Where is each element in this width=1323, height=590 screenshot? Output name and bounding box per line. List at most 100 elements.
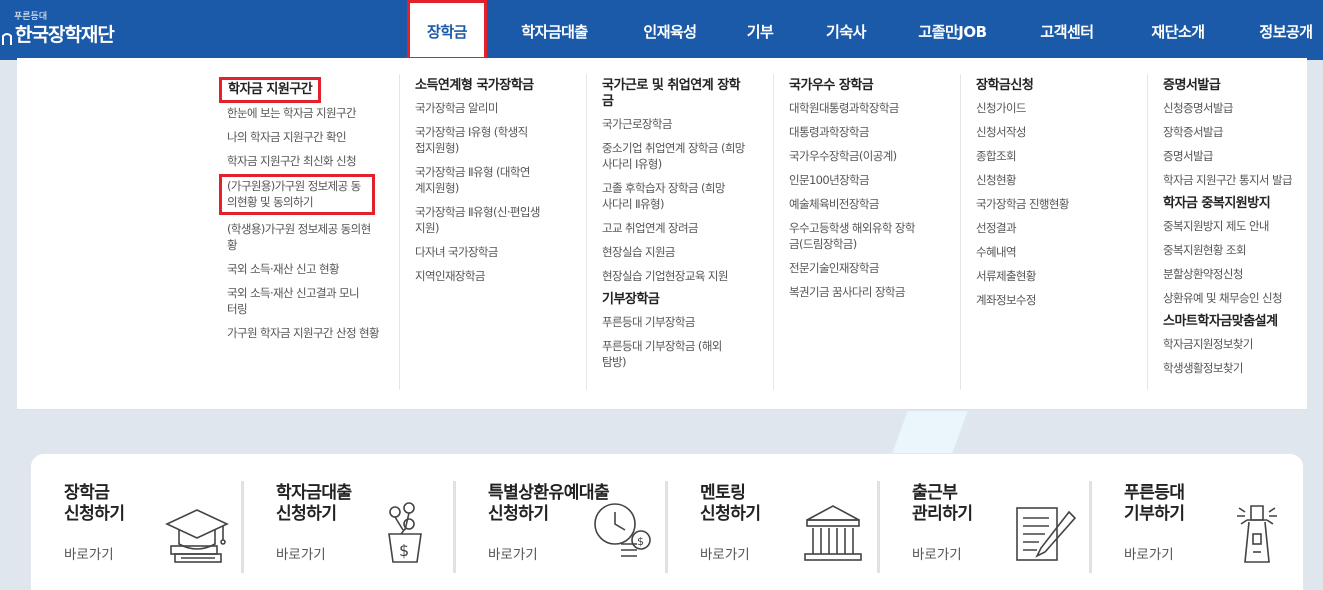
building-icon xyxy=(797,500,869,568)
menu-column-certificates: 증명서발급 신청증명서발급 장학증서발급 증명서발급 학자금 지원구간 통지서 … xyxy=(1147,74,1307,390)
menu-link[interactable]: 현장실습 지원금 xyxy=(602,244,767,260)
menu-link[interactable]: 신청증명서발급 xyxy=(1163,100,1307,116)
background-decoration xyxy=(892,411,968,453)
quick-item-link[interactable]: 바로가기 xyxy=(488,543,538,563)
menu-link[interactable]: 대통령과학장학금 xyxy=(789,124,954,140)
menu-link[interactable]: 중복지원방지 제도 안내 xyxy=(1163,218,1307,234)
quick-item-loan[interactable]: 학자금대출 신청하기 바로가기 $ xyxy=(243,454,455,590)
quick-item-title: 학자금대출 신청하기 xyxy=(276,483,352,524)
menu-link[interactable]: 학자금지원정보찾기 xyxy=(1163,336,1307,352)
quick-menu: 장학금 신청하기 바로가기 학자금대출 신청하기 바로가기 $ 특별상환유예대출… xyxy=(30,453,1304,590)
nav-about[interactable]: 재단소개 xyxy=(1138,0,1218,60)
graduation-cap-icon xyxy=(161,500,233,568)
menu-link[interactable]: 나의 학자금 지원구간 확인 xyxy=(227,129,392,145)
quick-item-title: 멘토링 신청하기 xyxy=(700,483,761,524)
menu-link[interactable]: 국가장학금 Ⅱ유형 (대학연계지원형) xyxy=(415,164,535,196)
quick-item-title: 장학금 신청하기 xyxy=(64,483,125,524)
menu-title[interactable]: 스마트학자금맞춤설계 xyxy=(1163,314,1307,330)
logo-mark-icon xyxy=(2,33,12,45)
menu-link[interactable]: 복권기금 꿈사다리 장학금 xyxy=(789,284,954,300)
quick-item-link[interactable]: 바로가기 xyxy=(276,543,326,563)
logo-title: 한국장학재단 xyxy=(15,24,115,46)
menu-link[interactable]: 종합조회 xyxy=(976,148,1141,164)
menu-title[interactable]: 학자금 중복지원방지 xyxy=(1163,196,1307,212)
menu-title-support-tier[interactable]: 학자금 지원구간 xyxy=(219,77,322,103)
menu-link[interactable]: 분할상환약정신청 xyxy=(1163,266,1307,282)
quick-item-scholarship[interactable]: 장학금 신청하기 바로가기 xyxy=(31,454,243,590)
menu-link[interactable]: 다자녀 국가장학금 xyxy=(415,244,580,260)
quick-item-link[interactable]: 바로가기 xyxy=(700,543,750,563)
quick-item-title: 출근부 관리하기 xyxy=(912,483,973,524)
quick-item-title: 푸른등대 기부하기 xyxy=(1124,483,1185,524)
menu-link[interactable]: 신청가이드 xyxy=(976,100,1141,116)
nav-disclosure[interactable]: 정보공개 xyxy=(1246,0,1323,60)
menu-link[interactable]: 학생생활정보찾기 xyxy=(1163,360,1307,376)
menu-link[interactable]: 중소기업 취업연계 장학금 (희망사다리 Ⅰ유형) xyxy=(602,140,747,172)
menu-link[interactable]: 증명서발급 xyxy=(1163,148,1307,164)
menu-column-support-tier: 학자금 지원구간 한눈에 보는 학자금 지원구간 나의 학자금 지원구간 확인 … xyxy=(212,74,398,390)
menu-column-application: 장학금신청 신청가이드 신청서작성 종합조회 신청현황 국가장학금 진행현황 선… xyxy=(960,74,1147,390)
menu-title[interactable]: 국가근로 및 취업연계 장학금 xyxy=(602,78,742,110)
nav-job[interactable]: 고졸만JOB xyxy=(910,0,995,60)
menu-link[interactable]: 국가근로장학금 xyxy=(602,116,767,132)
menu-link[interactable]: 지역인재장학금 xyxy=(415,268,580,284)
quick-item-donation[interactable]: 푸른등대 기부하기 바로가기 xyxy=(1091,454,1303,590)
menu-link[interactable]: 푸른등대 기부장학금 xyxy=(602,314,767,330)
menu-link[interactable]: 전문기술인재장학금 xyxy=(789,260,954,276)
menu-link[interactable]: 고교 취업연계 장려금 xyxy=(602,220,767,236)
menu-link[interactable]: 우수고등학생 해외유학 장학금(드림장학금) xyxy=(789,220,919,252)
menu-title[interactable]: 증명서발급 xyxy=(1163,78,1307,94)
menu-title[interactable]: 소득연계형 국가장학금 xyxy=(415,78,580,94)
mega-menu: 학자금 지원구간 한눈에 보는 학자금 지원구간 나의 학자금 지원구간 확인 … xyxy=(17,58,1307,410)
menu-link[interactable]: 신청현황 xyxy=(976,172,1141,188)
svg-text:$: $ xyxy=(637,535,644,548)
menu-link[interactable]: 수혜내역 xyxy=(976,244,1141,260)
menu-link[interactable]: 중복지원현황 조회 xyxy=(1163,242,1307,258)
svg-text:$: $ xyxy=(399,541,409,560)
menu-link[interactable]: 푸른등대 기부장학금 (해외탐방) xyxy=(602,338,722,370)
menu-link[interactable]: 대학원대통령과학장학금 xyxy=(789,100,954,116)
menu-link[interactable]: 선정결과 xyxy=(976,220,1141,236)
nav-dormitory[interactable]: 기숙사 xyxy=(813,0,879,60)
menu-link[interactable]: 서류제출현황 xyxy=(976,268,1141,284)
menu-link[interactable]: 예술체육비전장학금 xyxy=(789,196,954,212)
nav-talent[interactable]: 인재육성 xyxy=(630,0,710,60)
menu-link[interactable]: 상환유예 및 채무승인 신청 xyxy=(1163,290,1307,306)
menu-column-work-study: 국가근로 및 취업연계 장학금 국가근로장학금 중소기업 취업연계 장학금 (희… xyxy=(586,74,773,390)
menu-title[interactable]: 기부장학금 xyxy=(602,292,767,308)
menu-link[interactable]: 장학증서발급 xyxy=(1163,124,1307,140)
quick-item-mentoring[interactable]: 멘토링 신청하기 바로가기 xyxy=(667,454,879,590)
menu-link[interactable]: 현장실습 기업현장교육 지원 xyxy=(602,268,767,284)
menu-link[interactable]: (학생용)가구원 정보제공 동의현황 xyxy=(227,221,377,253)
menu-link[interactable]: 인문100년장학금 xyxy=(789,172,954,188)
quick-item-link[interactable]: 바로가기 xyxy=(1124,543,1174,563)
quick-item-link[interactable]: 바로가기 xyxy=(912,543,962,563)
menu-link[interactable]: 국가장학금 Ⅱ유형(신·편입생지원) xyxy=(415,204,545,236)
global-nav: 장학금 학자금대출 인재육성 기부 기숙사 고졸만JOB 고객센터 재단소개 정… xyxy=(395,0,1323,60)
menu-title[interactable]: 장학금신청 xyxy=(976,78,1141,94)
menu-link[interactable]: 국외 소득·재산 신고결과 모니터링 xyxy=(227,285,367,317)
menu-link[interactable]: 가구원 학자금 지원구간 산정 현황 xyxy=(227,325,380,341)
menu-link[interactable]: 국가우수장학금(이공계) xyxy=(789,148,954,164)
nav-donation[interactable]: 기부 xyxy=(735,0,785,60)
nav-scholarship[interactable]: 장학금 xyxy=(407,0,487,60)
menu-link[interactable]: 국가장학금 Ⅰ유형 (학생직접지원형) xyxy=(415,124,535,156)
nav-customer-center[interactable]: 고객센터 xyxy=(1027,0,1107,60)
menu-title[interactable]: 국가우수 장학금 xyxy=(789,78,954,94)
quick-item-link[interactable]: 바로가기 xyxy=(64,543,114,563)
menu-link[interactable]: 신청서작성 xyxy=(976,124,1141,140)
notepad-pen-icon xyxy=(1009,500,1081,568)
menu-link[interactable]: 국가장학금 알리미 xyxy=(415,100,580,116)
quick-item-special-loan[interactable]: 특별상환유예대출 신청하기 바로가기 $ xyxy=(455,454,667,590)
quick-item-attendance[interactable]: 출근부 관리하기 바로가기 xyxy=(879,454,1091,590)
menu-link[interactable]: 국가장학금 진행현황 xyxy=(976,196,1141,212)
nav-student-loan[interactable]: 학자금대출 xyxy=(507,0,602,60)
menu-link[interactable]: 학자금 지원구간 최신화 신청 xyxy=(227,153,392,169)
menu-link[interactable]: 고졸 후학습자 장학금 (희망사다리 Ⅱ유형) xyxy=(602,180,727,212)
menu-link[interactable]: 한눈에 보는 학자금 지원구간 xyxy=(227,105,392,121)
menu-link[interactable]: 국외 소득·재산 신고 현황 xyxy=(227,261,392,277)
menu-link[interactable]: 학자금 지원구간 통지서 발급 xyxy=(1163,172,1307,188)
clock-coins-icon: $ xyxy=(585,500,657,568)
menu-link-household-consent[interactable]: (가구원용)가구원 정보제공 동의현황 및 동의하기 xyxy=(219,174,375,215)
menu-link[interactable]: 계좌정보수정 xyxy=(976,292,1141,308)
